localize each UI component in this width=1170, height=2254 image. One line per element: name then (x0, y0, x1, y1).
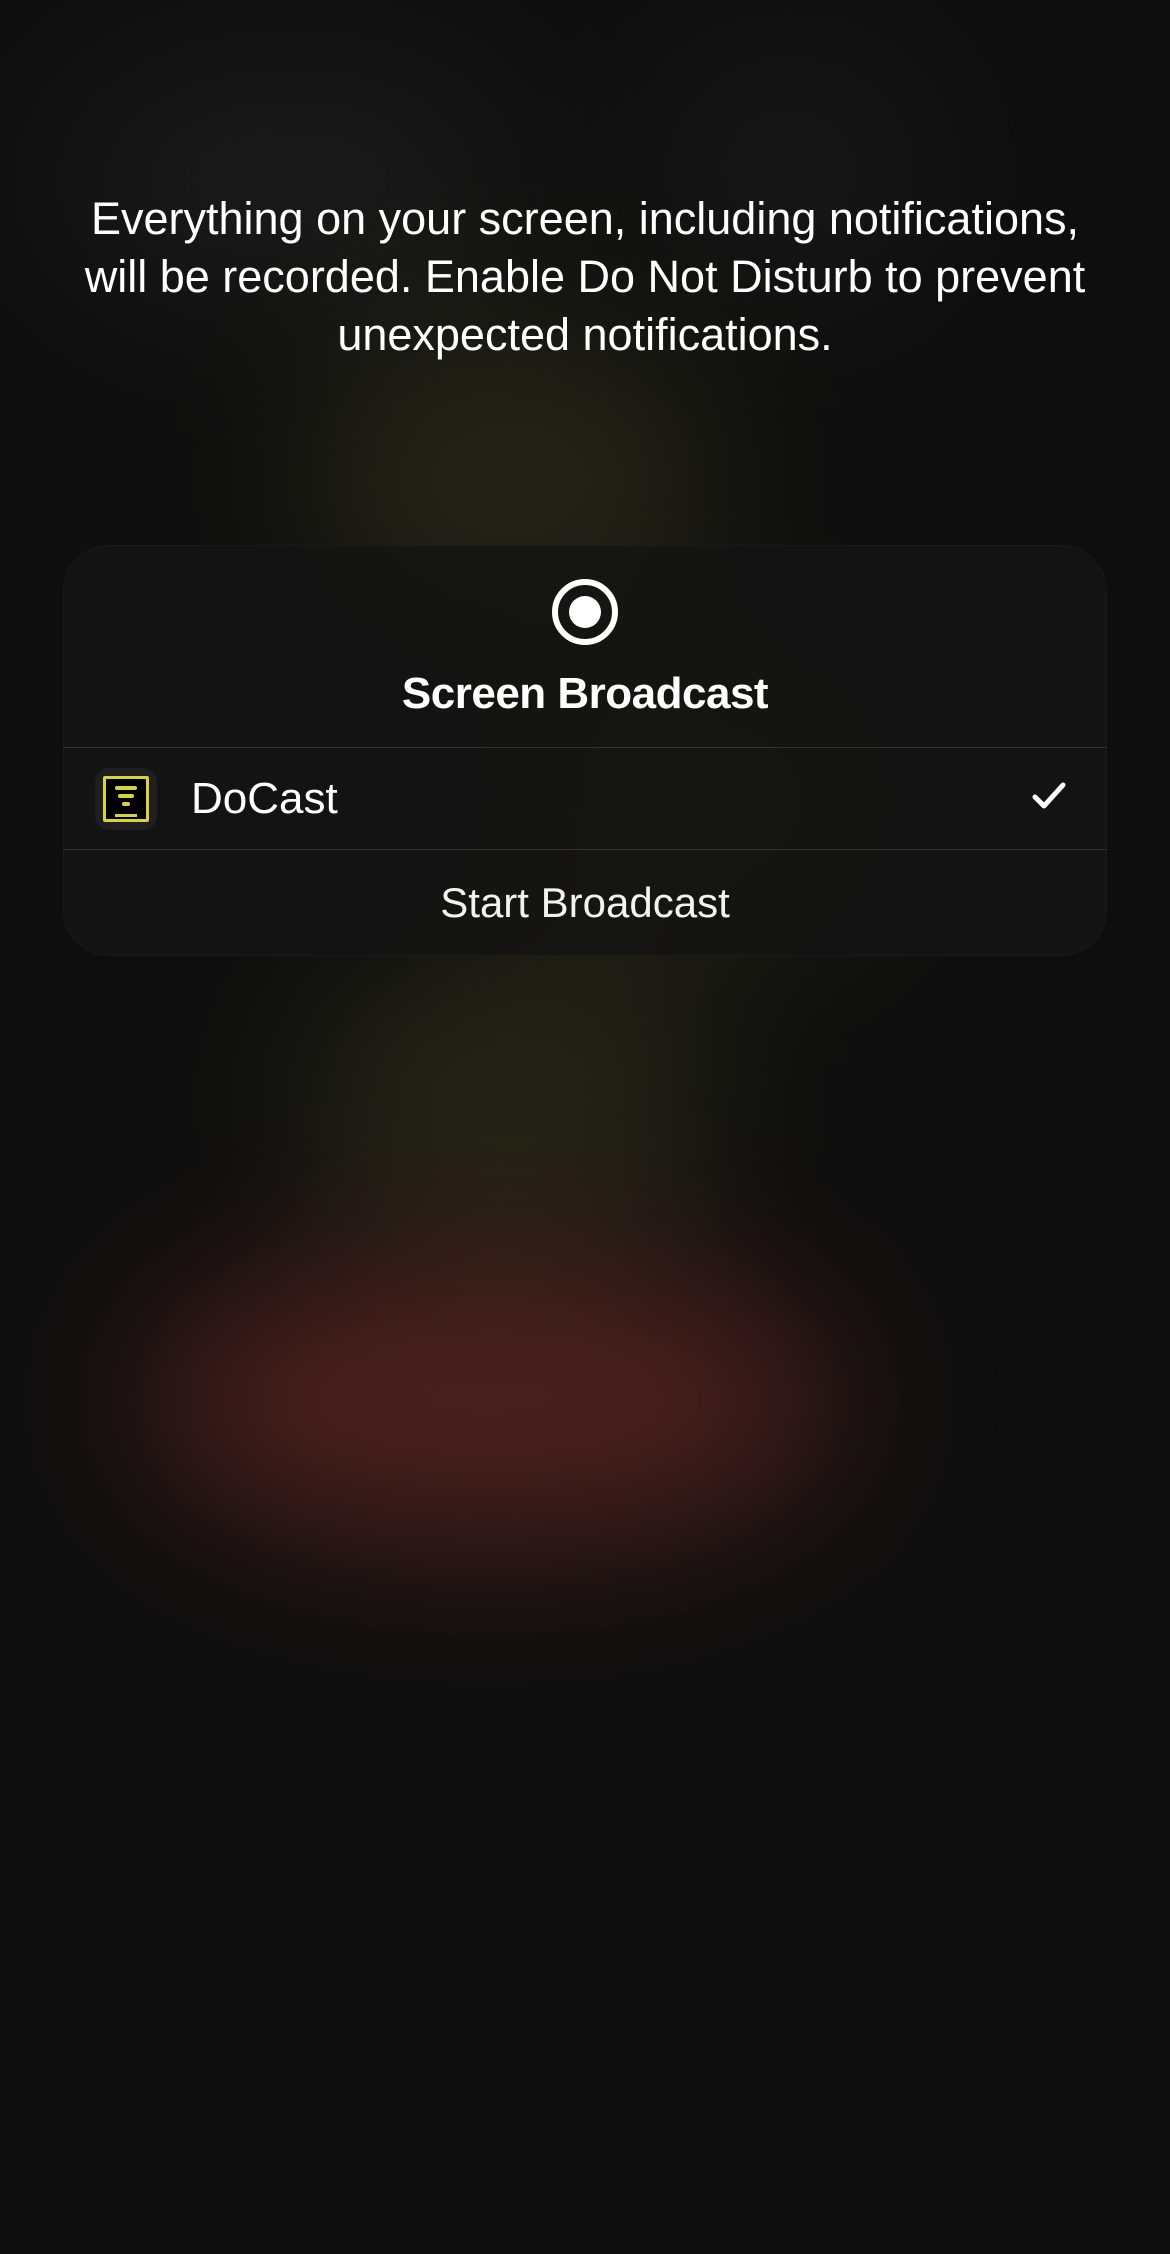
sheet-title: Screen Broadcast (402, 669, 768, 719)
broadcast-picker-sheet: Screen Broadcast DoCast Start Broadcast (63, 545, 1107, 956)
record-icon (552, 579, 618, 645)
checkmark-icon (1031, 778, 1067, 819)
sheet-header: Screen Broadcast (63, 545, 1107, 748)
recording-warning-text: Everything on your screen, including not… (80, 190, 1090, 364)
docast-app-icon (95, 768, 157, 830)
start-broadcast-button[interactable]: Start Broadcast (63, 850, 1107, 956)
broadcast-app-name: DoCast (191, 774, 1031, 824)
start-broadcast-label: Start Broadcast (440, 879, 729, 927)
broadcast-app-option[interactable]: DoCast (63, 748, 1107, 850)
